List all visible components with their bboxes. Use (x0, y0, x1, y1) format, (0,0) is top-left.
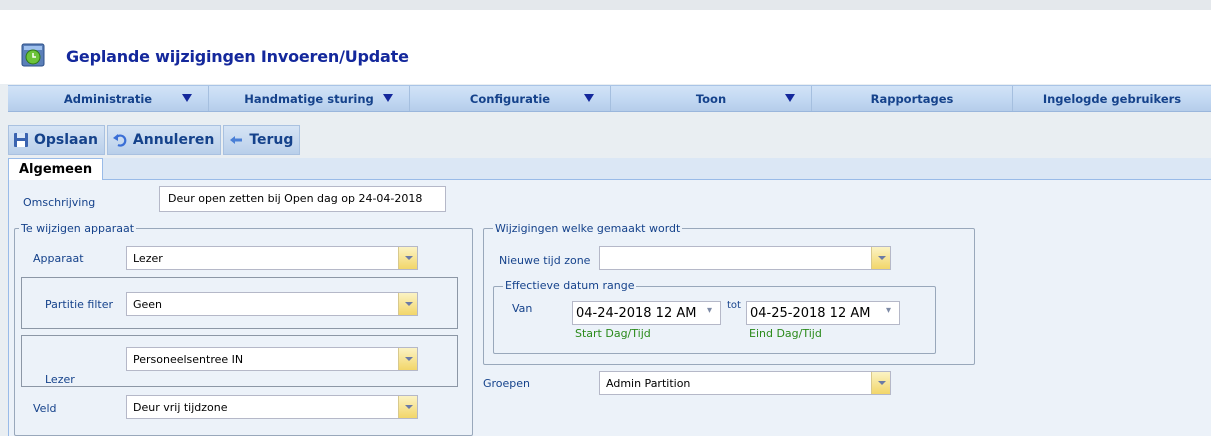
from-value: 04-24-2018 12 AM (576, 306, 697, 321)
menu-label: Administratie (63, 91, 153, 106)
reader-select[interactable]: Personeelsentree IN (126, 347, 418, 371)
form-panel: Omschrijving Deur open zetten bij Open d… (8, 180, 1211, 436)
floppy-disk-icon (14, 133, 28, 147)
new-timezone-select[interactable] (599, 246, 891, 270)
to-hint: Eind Dag/Tijd (749, 327, 822, 340)
menu-label: Handmatige sturing (244, 91, 374, 106)
device-group-legend: Te wijzigen apparaat (19, 222, 137, 235)
from-label: Van (512, 302, 533, 315)
menu-label: Rapportages (870, 91, 954, 106)
dropdown-arrow-icon (584, 94, 594, 102)
main-menu: Administratie Handmatige sturing Configu… (8, 85, 1211, 112)
back-label: Terug (249, 132, 294, 148)
groups-label: Groepen (483, 377, 531, 390)
chevron-down-icon[interactable] (871, 247, 890, 269)
dropdown-arrow-icon[interactable]: ▾ (707, 305, 712, 316)
groups-select[interactable]: Admin Partition (599, 371, 891, 395)
partition-filter-value: Geen (133, 298, 163, 311)
reader-label: Lezer (45, 373, 75, 386)
field-value: Deur vrij tijdzone (133, 401, 228, 414)
device-select[interactable]: Lezer (126, 246, 418, 270)
dropdown-arrow-icon[interactable]: ▾ (886, 305, 891, 316)
partition-filter-label: Partitie filter (45, 298, 113, 311)
from-datetime-field[interactable]: 04-24-2018 12 AM ▾ (572, 301, 721, 325)
menu-item-toon[interactable]: Toon (611, 86, 812, 111)
changes-group-legend: Wijzigingen welke gemaakt wordt (493, 222, 683, 235)
tab-algemeen[interactable]: Algemeen (8, 158, 104, 180)
dropdown-arrow-icon (182, 94, 192, 102)
page-title: Geplande wijzigingen Invoeren/Update (66, 47, 409, 66)
menu-label: Ingelogde gebruikers (1042, 91, 1182, 106)
scheduled-change-icon (21, 43, 45, 67)
from-hint: Start Dag/Tijd (575, 327, 651, 340)
description-label: Omschrijving (23, 196, 96, 209)
menu-label: Configuratie (469, 91, 551, 106)
back-arrow-icon (230, 136, 243, 144)
menu-item-configuratie[interactable]: Configuratie (410, 86, 611, 111)
back-button[interactable]: Terug (223, 125, 301, 155)
groups-value: Admin Partition (606, 377, 691, 390)
tab-label: Algemeen (19, 162, 93, 177)
menu-item-handmatige-sturing[interactable]: Handmatige sturing (209, 86, 410, 111)
menu-item-rapportages[interactable]: Rapportages (812, 86, 1013, 111)
menu-label: Toon (695, 91, 727, 106)
chevron-down-icon[interactable] (398, 348, 417, 370)
top-strip (0, 0, 1211, 10)
description-field[interactable]: Deur open zetten bij Open dag op 24-04-2… (159, 186, 446, 212)
field-select[interactable]: Deur vrij tijdzone (126, 395, 418, 419)
save-button[interactable]: Opslaan (8, 125, 105, 155)
page-header: Geplande wijzigingen Invoeren/Update (0, 10, 1211, 84)
menu-item-administratie[interactable]: Administratie (8, 86, 209, 111)
tab-strip: Algemeen (8, 158, 1211, 180)
to-datetime-field[interactable]: 04-25-2018 12 AM ▾ (746, 301, 900, 325)
dropdown-arrow-icon (785, 94, 795, 102)
partition-filter-select[interactable]: Geen (126, 292, 418, 316)
reader-value: Personeelsentree IN (133, 353, 244, 366)
dropdown-arrow-icon (383, 94, 393, 102)
undo-icon (112, 134, 127, 147)
menu-item-ingelogde-gebruikers[interactable]: Ingelogde gebruikers (1013, 86, 1211, 111)
new-timezone-label: Nieuwe tijd zone (499, 254, 591, 267)
cancel-button[interactable]: Annuleren (106, 125, 222, 155)
to-label: tot (727, 300, 741, 311)
cancel-label: Annuleren (132, 132, 215, 148)
to-value: 04-25-2018 12 AM (750, 306, 871, 321)
save-label: Opslaan (34, 132, 98, 148)
date-range-legend: Effectieve datum range (503, 279, 637, 292)
field-label: Veld (33, 402, 57, 415)
chevron-down-icon[interactable] (398, 396, 417, 418)
chevron-down-icon[interactable] (871, 372, 890, 394)
chevron-down-icon[interactable] (398, 247, 417, 269)
chevron-down-icon[interactable] (398, 293, 417, 315)
device-value: Lezer (133, 252, 163, 265)
device-label: Apparaat (33, 252, 84, 265)
action-toolbar: Opslaan Annuleren Terug (8, 125, 301, 155)
